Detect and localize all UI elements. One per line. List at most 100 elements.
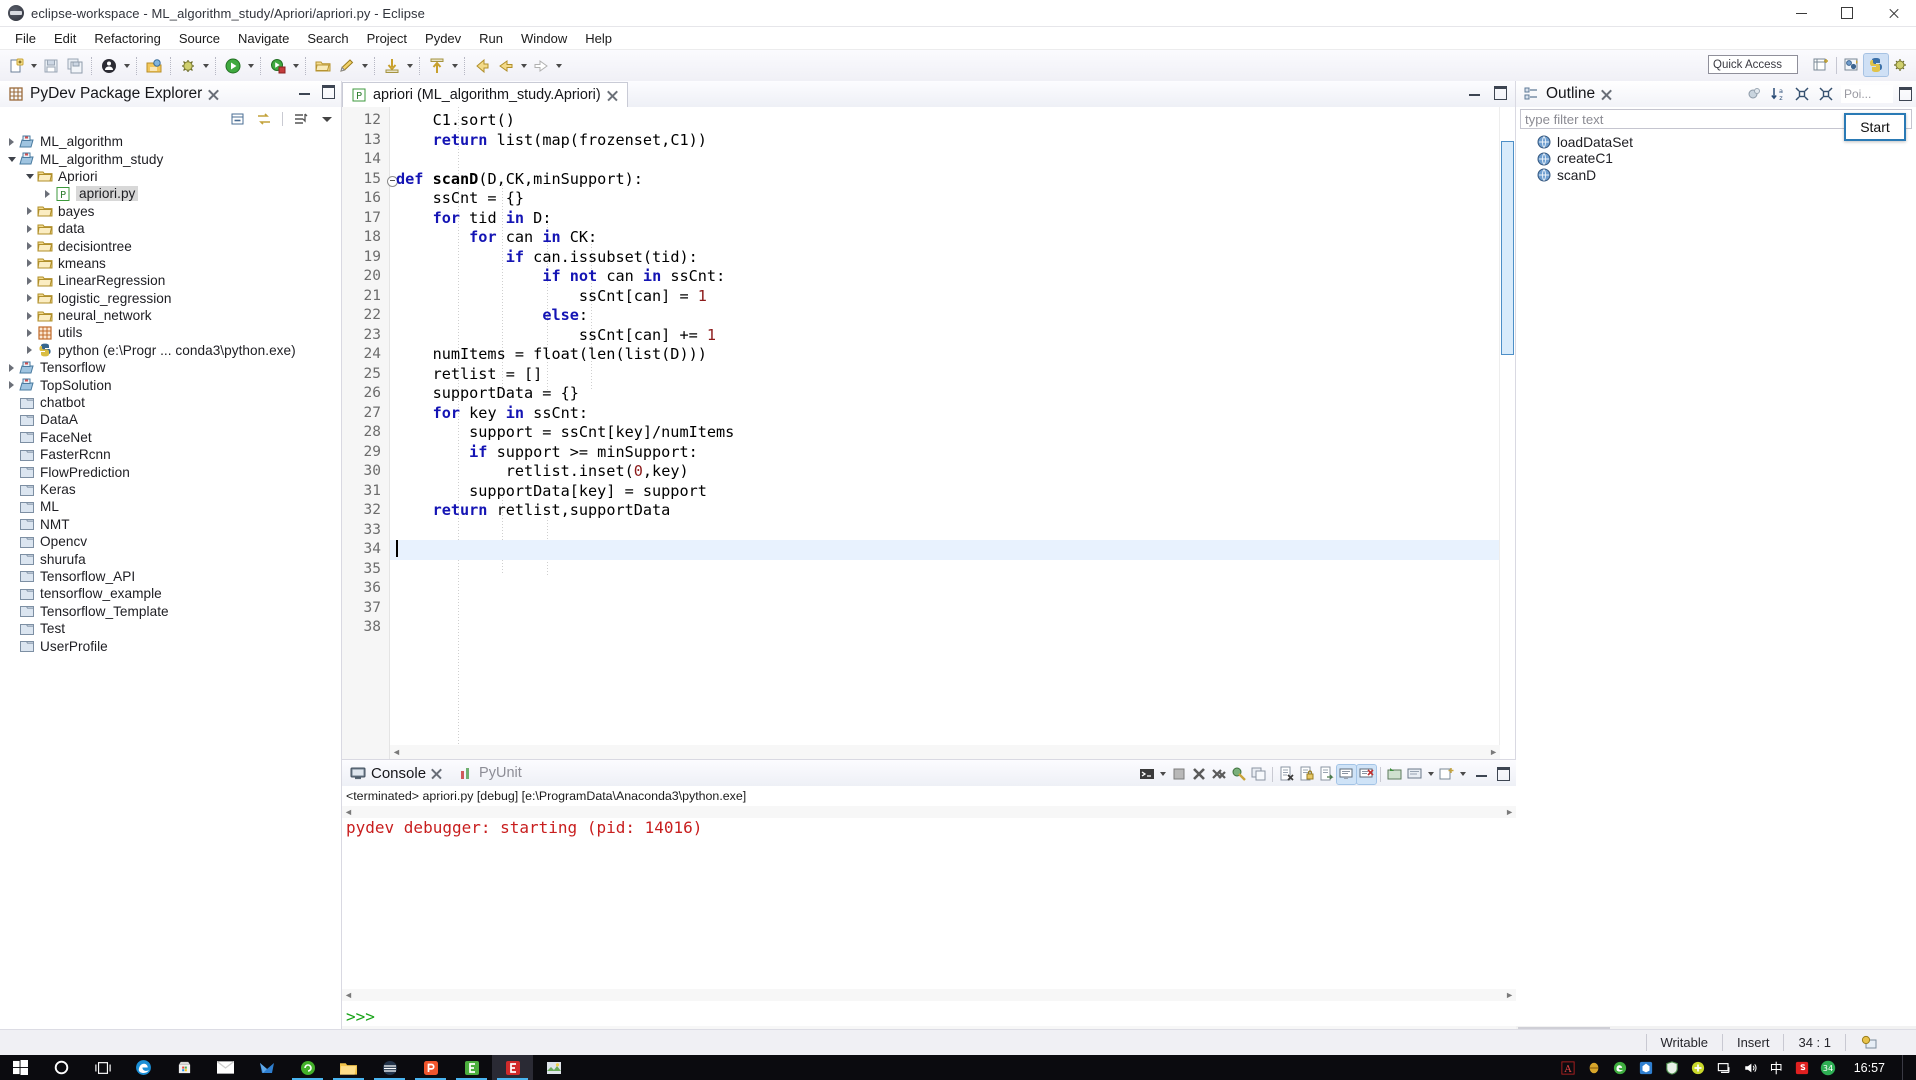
tree-twisty-icon[interactable] bbox=[40, 186, 55, 202]
maximize-icon[interactable] bbox=[322, 85, 335, 99]
file-explorer-button[interactable] bbox=[328, 1055, 369, 1080]
save-all-icon[interactable] bbox=[64, 55, 86, 77]
pydev-perspective-icon[interactable] bbox=[1863, 53, 1889, 77]
tree-item[interactable]: kmeans bbox=[0, 255, 341, 272]
start-tooltip[interactable]: Start bbox=[1844, 113, 1906, 141]
new-file-icon[interactable] bbox=[5, 55, 27, 77]
tree-item[interactable]: FaceNet bbox=[0, 429, 341, 446]
tree-item[interactable]: Opencv bbox=[0, 533, 341, 550]
link-with-editor-icon[interactable] bbox=[256, 111, 272, 127]
blue-box-icon[interactable] bbox=[1638, 1059, 1655, 1076]
menu-search[interactable]: Search bbox=[298, 29, 357, 48]
minimize-icon[interactable] bbox=[299, 90, 310, 95]
collapse-all-icon[interactable] bbox=[1793, 85, 1811, 103]
close-icon[interactable] bbox=[1601, 89, 1612, 100]
debug-person-icon[interactable] bbox=[98, 55, 120, 77]
screenshot-button[interactable] bbox=[533, 1055, 574, 1080]
menu-project[interactable]: Project bbox=[358, 29, 416, 48]
close-icon[interactable] bbox=[431, 768, 442, 779]
tree-item[interactable]: Keras bbox=[0, 481, 341, 498]
minimize-icon[interactable] bbox=[1476, 772, 1487, 777]
tree-item[interactable]: Tensorflow bbox=[0, 359, 341, 376]
menu-navigate[interactable]: Navigate bbox=[229, 29, 298, 48]
pencil-icon[interactable] bbox=[336, 55, 358, 77]
code-line[interactable]: if support >= minSupport: bbox=[390, 443, 1515, 463]
edge-browser-button[interactable] bbox=[123, 1055, 164, 1080]
debug-perspective-icon[interactable] bbox=[1888, 54, 1912, 76]
code-line[interactable]: if not can in ssCnt: bbox=[390, 267, 1515, 287]
code-line[interactable]: for tid in D: bbox=[390, 209, 1515, 229]
hide-fields-icon[interactable] bbox=[1745, 85, 1763, 103]
tree-item[interactable]: Papriori.py bbox=[0, 185, 341, 202]
code-line[interactable]: return list(map(frozenset,C1)) bbox=[390, 131, 1515, 151]
code-line[interactable]: retlist.inset(0,key) bbox=[390, 462, 1515, 482]
tree-twisty-icon[interactable] bbox=[4, 151, 19, 167]
task-view-button[interactable] bbox=[82, 1055, 123, 1080]
menu-help[interactable]: Help bbox=[576, 29, 621, 48]
tree-twisty-icon[interactable] bbox=[4, 377, 19, 393]
coverage-icon[interactable] bbox=[267, 55, 289, 77]
stop-icon[interactable] bbox=[1169, 765, 1188, 784]
editor-body[interactable]: 12 13 14 15 16 17 18 19 20 21 22 23 24 25 26 27 28 29 30 31… bbox=[342, 107, 1515, 759]
expand-all-icon[interactable] bbox=[1817, 85, 1835, 103]
tree-twisty-icon[interactable] bbox=[22, 308, 37, 324]
menu-pydev[interactable]: Pydev bbox=[416, 29, 470, 48]
code-line[interactable]: numItems = float(len(list(D))) bbox=[390, 345, 1515, 365]
tree-item[interactable]: ML_algorithm_study bbox=[0, 150, 341, 167]
next-dropdown-icon[interactable] bbox=[553, 55, 564, 77]
code-line[interactable]: else: bbox=[390, 306, 1515, 326]
adobe-icon[interactable]: A bbox=[1560, 1059, 1577, 1076]
step-return-dropdown-icon[interactable] bbox=[449, 55, 460, 77]
terminal-dropdown-icon[interactable] bbox=[1157, 763, 1168, 785]
debug-person-dropdown-icon[interactable] bbox=[121, 55, 132, 77]
tree-item[interactable]: logistic_regression bbox=[0, 290, 341, 307]
monitor-icon[interactable] bbox=[1716, 1059, 1733, 1076]
tree-item[interactable]: Apriori bbox=[0, 168, 341, 185]
tree-twisty-icon[interactable] bbox=[22, 273, 37, 289]
tree-item[interactable]: UserProfile bbox=[0, 637, 341, 654]
tree-twisty-icon[interactable] bbox=[22, 203, 37, 219]
remove-all-icon[interactable] bbox=[1209, 765, 1228, 784]
console-hscroll-top[interactable]: ◄ ► bbox=[342, 806, 1516, 818]
mail-button[interactable] bbox=[205, 1055, 246, 1080]
display-console-icon[interactable] bbox=[1385, 765, 1404, 784]
editor-scroll-thumb[interactable] bbox=[1501, 141, 1514, 355]
minimize-icon[interactable] bbox=[1469, 91, 1480, 96]
tree-twisty-icon[interactable] bbox=[22, 168, 37, 184]
java-perspective-icon[interactable] bbox=[1840, 54, 1864, 76]
outline-item[interactable]: createC1 bbox=[1516, 151, 1916, 168]
new-console-icon[interactable] bbox=[1437, 765, 1456, 784]
step-return-icon[interactable] bbox=[426, 55, 448, 77]
tab-outline[interactable]: Outline bbox=[1516, 81, 1620, 107]
cortana-button[interactable] bbox=[41, 1055, 82, 1080]
step-into-dropdown-icon[interactable] bbox=[404, 55, 415, 77]
start-button[interactable] bbox=[0, 1055, 41, 1080]
outline-item[interactable]: scanD bbox=[1516, 167, 1916, 184]
window-close-button[interactable] bbox=[1870, 0, 1916, 26]
tree-item[interactable]: LinearRegression bbox=[0, 272, 341, 289]
menu-file[interactable]: File bbox=[6, 29, 45, 48]
code-line[interactable] bbox=[390, 521, 1515, 541]
tab-apriori-py[interactable]: P apriori (ML_algorithm_study.Apriori) bbox=[342, 82, 628, 107]
green-badge-icon[interactable]: 34 bbox=[1820, 1059, 1837, 1076]
eclipse-button[interactable] bbox=[492, 1055, 533, 1080]
clear-console-icon[interactable] bbox=[1277, 765, 1296, 784]
word-wrap-icon[interactable] bbox=[1317, 765, 1336, 784]
code-line[interactable] bbox=[390, 599, 1515, 619]
close-icon[interactable] bbox=[208, 89, 219, 100]
tree-twisty-icon[interactable] bbox=[22, 290, 37, 306]
next-arrow-icon[interactable] bbox=[530, 55, 552, 77]
scroll-right-icon[interactable]: ► bbox=[1489, 747, 1498, 757]
run-icon[interactable] bbox=[222, 55, 244, 77]
code-line[interactable]: ssCnt[can] = 1 bbox=[390, 287, 1515, 307]
taskbar-clock[interactable]: 16:57 bbox=[1846, 1061, 1893, 1075]
show-desktop-button[interactable] bbox=[1902, 1055, 1910, 1080]
open-folder-icon[interactable] bbox=[312, 55, 334, 77]
save-icon[interactable] bbox=[40, 55, 62, 77]
tree-twisty-icon[interactable] bbox=[22, 255, 37, 271]
menu-source[interactable]: Source bbox=[170, 29, 229, 48]
tree-item[interactable]: ML bbox=[0, 498, 341, 515]
green-e-icon[interactable] bbox=[1612, 1059, 1629, 1076]
tree-item[interactable]: FlowPrediction bbox=[0, 463, 341, 480]
code-line[interactable]: ssCnt[can] += 1 bbox=[390, 326, 1515, 346]
